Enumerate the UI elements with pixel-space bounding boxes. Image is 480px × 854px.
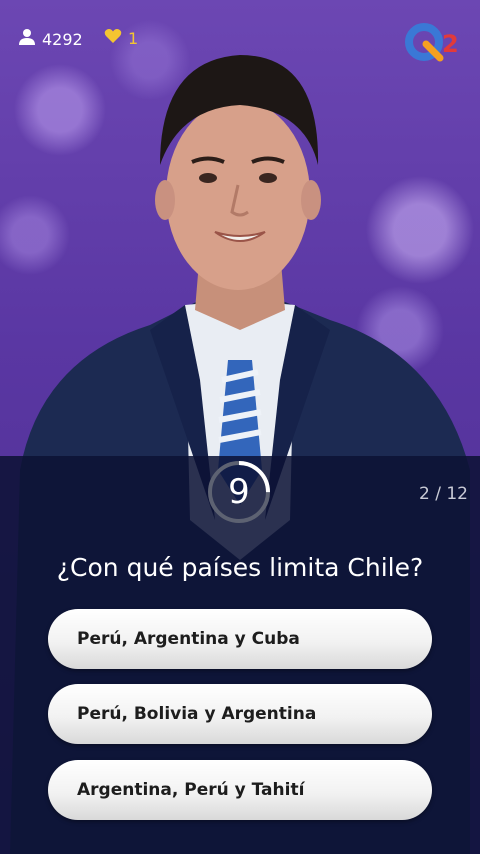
lives-count-value: 1: [128, 28, 139, 48]
answer-option-2[interactable]: Perú, Bolivia y Argentina: [48, 684, 432, 744]
answer-option-label: Perú, Argentina y Cuba: [77, 629, 300, 649]
q12-logo: 2: [405, 23, 459, 62]
answer-option-3[interactable]: Argentina, Perú y Tahití: [48, 760, 432, 820]
answer-option-1[interactable]: Perú, Argentina y Cuba: [48, 609, 432, 669]
player-count: 4292: [18, 28, 83, 50]
timer-value: 9: [228, 472, 250, 512]
top-bar: 4292 1 2: [0, 0, 480, 76]
answer-option-label: Perú, Bolivia y Argentina: [77, 704, 317, 724]
question-text: ¿Con qué países limita Chile?: [56, 553, 424, 582]
answer-option-label: Argentina, Perú y Tahití: [77, 780, 305, 800]
player-count-value: 4292: [42, 29, 83, 49]
heart-icon: [104, 28, 122, 48]
svg-text:2: 2: [442, 30, 459, 58]
person-icon: [18, 28, 36, 50]
question-progress: 2 / 12: [419, 484, 468, 504]
lives-count: 1: [104, 28, 138, 48]
